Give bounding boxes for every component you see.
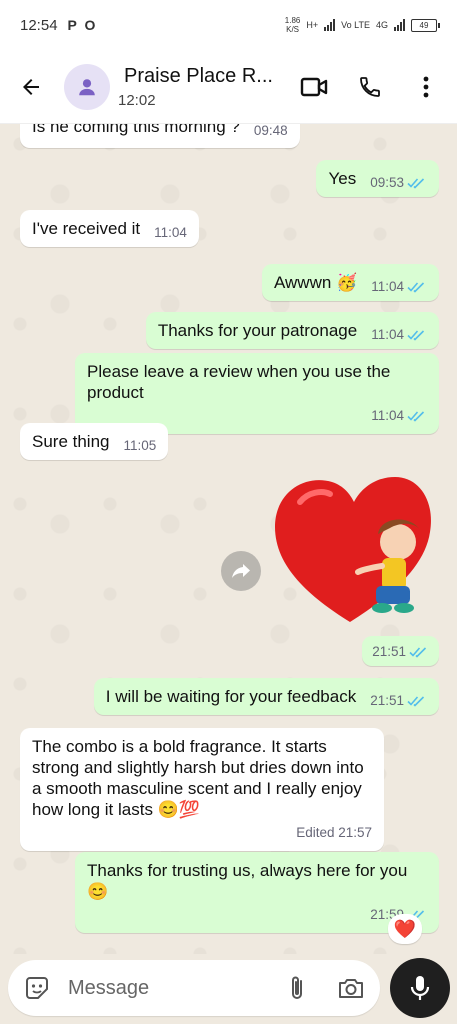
read-ticks-icon [409,646,427,658]
avatar[interactable] [64,63,110,110]
read-ticks-icon [407,410,425,422]
message-time: 11:04 [371,408,404,423]
message-meta: 09:53 [370,172,427,193]
message-text: Thanks for your patronage [157,321,358,340]
contact-avatar-icon [79,78,95,95]
more-options-button[interactable] [409,70,443,104]
message-text: I've received it [32,219,141,238]
phone-icon [360,76,380,97]
voice-record-button[interactable] [390,958,450,1018]
message-time: 09:48 [253,124,288,138]
message-text: Please leave a review when you use the p… [87,362,391,402]
back-arrow-icon [23,78,39,95]
party-emoji: 🥳 [336,273,358,292]
attach-icon [292,976,302,999]
message-outgoing[interactable]: Awwwn 🥳 11:04 [261,264,439,301]
heart-icon: ❤️ [393,918,417,939]
read-ticks-icon [407,329,425,341]
message-composer [8,960,380,1016]
message-outgoing[interactable]: Please leave a review when you use the p… [75,353,439,434]
message-outgoing[interactable]: Thanks for trusting us, always here for … [75,852,439,933]
battery-icon: 49 [411,18,440,32]
video-call-button[interactable] [297,70,331,104]
heart-reaction[interactable]: ❤️ [388,914,422,944]
message-text: Awwwn 🥳 [273,273,358,292]
message-time: 21:51 [370,693,404,708]
message-text: Sure thing [32,432,110,451]
net-type-4g: 4G [375,20,388,30]
message-time: Edited 21:57 [296,825,372,840]
voice-call-button[interactable] [353,70,387,104]
sticker-meta-bubble: 21:51 [362,636,439,666]
signal-icon-2 [394,19,405,31]
message-incoming[interactable]: Is he coming this morning ? 09:48 [20,124,300,148]
status-time: 12:54 [20,16,58,34]
message-time: 21:51 [372,644,406,659]
sticker-message[interactable] [270,472,440,632]
message-meta: 11:04 [371,276,427,297]
status-bar: 12:54 P O 1.86 K/S H+ Vo LTE 4G 49 [0,0,457,50]
heart-boy-sticker-icon [275,477,431,622]
message-text: I will be waiting for your feedback [105,687,357,706]
message-outgoing[interactable]: Yes 09:53 [316,160,439,197]
header-actions [297,70,443,104]
message-meta: 11:04 [371,324,427,345]
message-incoming[interactable]: I've received it 11:04 [20,210,199,247]
signal-icon [324,19,336,31]
read-ticks-icon [407,695,425,707]
video-call-icon [300,77,328,96]
net-type-volte: Vo LTE [341,20,370,30]
message-incoming[interactable]: Sure thing 11:05 [20,423,169,460]
sticker-icon [26,977,48,999]
message-meta: 21:51 [370,690,427,711]
net-speed: 1.86 K/S [284,16,301,34]
camera-button[interactable] [336,973,366,1003]
message-time: 11:05 [123,438,157,453]
back-button[interactable] [14,70,48,104]
contact-name: Praise Place R... [124,64,273,87]
message-time: 11:04 [371,327,404,342]
message-meta: 21:51 [372,641,429,662]
net-type-hplus: H+ [306,20,319,30]
message-text: Is he coming this morning ? [32,124,240,136]
message-text: The combo is a bold fragrance. It starts… [32,737,364,819]
more-vert-icon [423,76,429,97]
forward-icon [232,564,250,578]
message-meta: 21:59 [87,904,427,925]
message-text: Thanks for trusting us, always here for … [87,861,408,901]
message-outgoing[interactable]: I will be waiting for your feedback 21:5… [93,678,439,715]
mic-icon [410,976,430,1000]
message-time: 09:53 [370,175,404,190]
status-notification-icons: P O [67,17,98,33]
smile-emoji: 😊 [87,882,109,901]
message-input[interactable] [68,976,268,1000]
sticker-button[interactable] [22,973,52,1003]
read-ticks-icon [407,281,425,293]
forward-button[interactable] [221,551,261,591]
message-outgoing[interactable]: Thanks for your patronage 11:04 [145,312,439,349]
chat-area[interactable]: Is he coming this morning ? 09:48 Yes 09… [0,124,457,954]
contact-info[interactable]: Praise Place R... 12:02 [118,64,284,109]
attach-button[interactable] [282,973,312,1003]
read-ticks-icon [407,177,425,189]
smile-100-emoji: 😊💯 [157,800,201,819]
message-text: Yes [328,169,357,188]
message-incoming[interactable]: The combo is a bold fragrance. It starts… [20,728,384,851]
message-time: 11:04 [154,225,187,240]
camera-icon [339,979,363,998]
chat-header: Praise Place R... 12:02 [0,50,457,124]
status-right-icons: 1.86 K/S H+ Vo LTE 4G 49 [284,16,440,34]
message-time: 11:04 [371,279,404,294]
contact-subtitle: 12:02 [118,91,156,109]
